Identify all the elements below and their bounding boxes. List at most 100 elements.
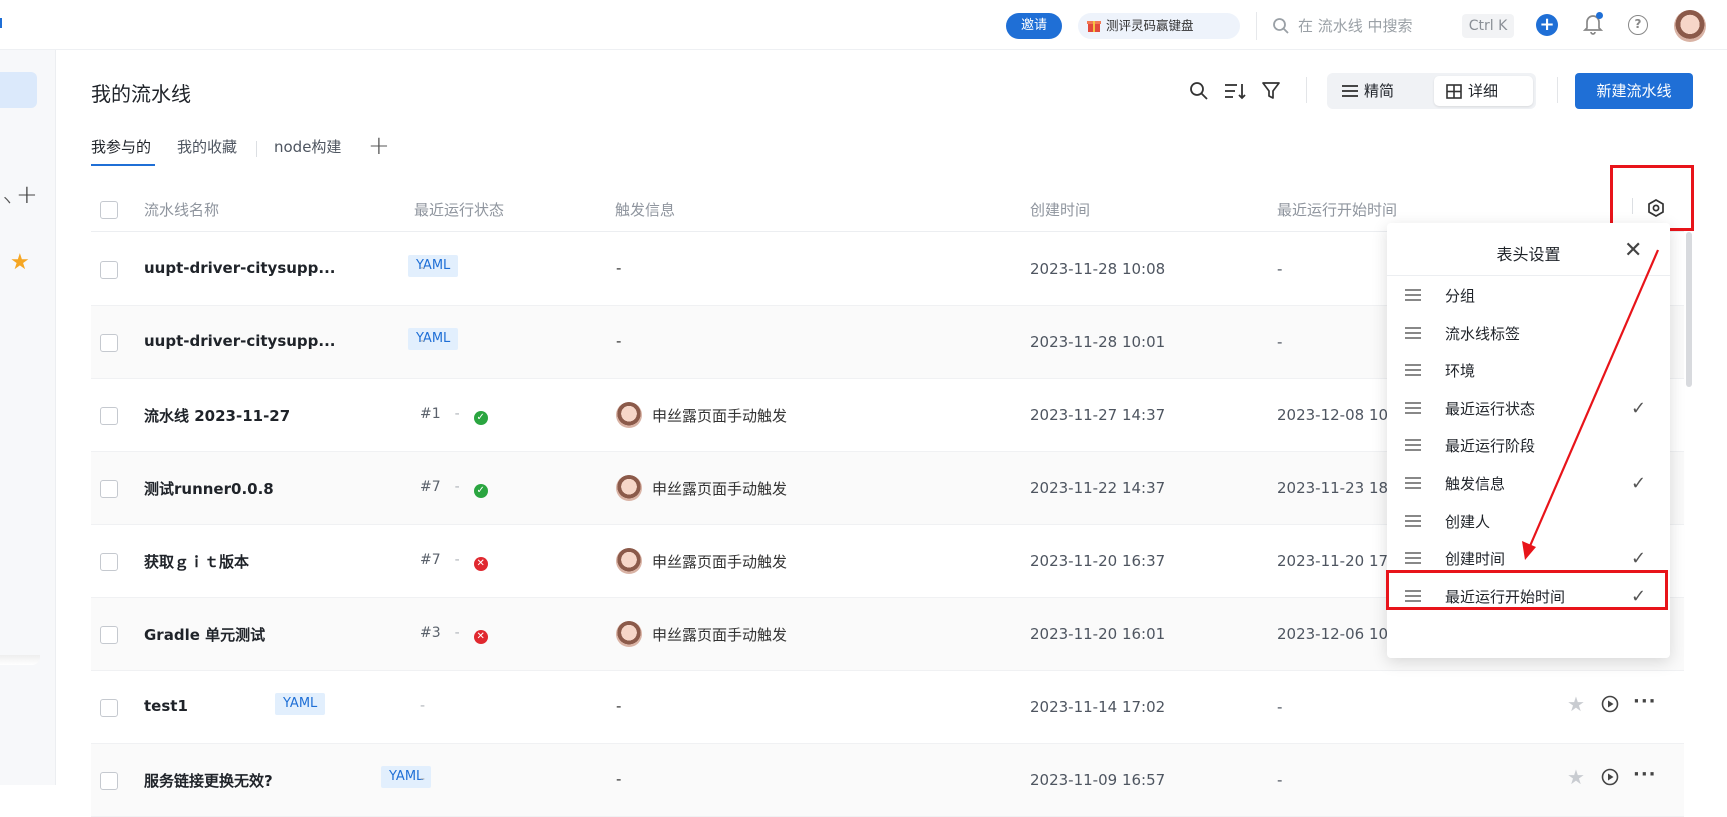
more-icon[interactable]: ··· bbox=[1633, 764, 1657, 785]
drag-handle-icon[interactable] bbox=[1405, 477, 1421, 489]
row-checkbox[interactable] bbox=[100, 261, 118, 279]
invite-button[interactable]: 邀请 bbox=[1006, 13, 1062, 39]
chevron-left-icon[interactable]: ヽ bbox=[0, 190, 14, 210]
column-header-created[interactable]: 创建时间 bbox=[1030, 199, 1090, 220]
create-plus-icon[interactable]: + bbox=[1536, 14, 1558, 36]
column-setting-item[interactable]: 最近运行阶段 bbox=[1387, 427, 1670, 467]
view-detail-option[interactable]: 详细 bbox=[1434, 76, 1533, 106]
more-icon[interactable]: ··· bbox=[1633, 691, 1657, 712]
star-icon[interactable]: ★ bbox=[1567, 692, 1585, 716]
checkmark-icon[interactable]: ✓ bbox=[1631, 548, 1646, 569]
drag-handle-icon[interactable] bbox=[1405, 514, 1421, 527]
drag-handle-icon[interactable] bbox=[1405, 364, 1421, 377]
column-setting-item[interactable]: 最近运行状态 ✓ bbox=[1387, 390, 1670, 430]
last-run-start-time: - bbox=[1277, 698, 1283, 716]
drag-handle-icon[interactable] bbox=[1405, 401, 1421, 414]
view-compact-option[interactable]: 精简 bbox=[1330, 76, 1434, 106]
row-checkbox[interactable] bbox=[100, 334, 118, 352]
scrollbar[interactable] bbox=[1686, 232, 1692, 387]
created-time: 2023-11-20 16:37 bbox=[1030, 552, 1166, 570]
column-setting-item[interactable]: 创建人 bbox=[1387, 503, 1670, 543]
trigger-info: 申丝露页面手动触发 bbox=[616, 621, 787, 647]
user-avatar[interactable] bbox=[1674, 10, 1706, 42]
last-run-start-time: 2023-12-06 10:2 bbox=[1277, 625, 1403, 643]
tab-node-build[interactable]: node构建 bbox=[274, 136, 341, 157]
help-icon[interactable]: ? bbox=[1628, 15, 1648, 35]
run-number[interactable]: #7 bbox=[420, 479, 441, 495]
table-row[interactable]: 服务链接更换无效? YAML - -2023-11-09 16:57- ★ ··· bbox=[91, 744, 1684, 817]
promo-button[interactable]: 测评灵码赢键盘 bbox=[1078, 13, 1240, 39]
run-status[interactable]: #1- ✓ bbox=[420, 406, 488, 425]
pipeline-name[interactable]: Gradle 单元测试 bbox=[144, 624, 265, 645]
sort-icon[interactable] bbox=[1224, 81, 1246, 101]
row-checkbox[interactable] bbox=[100, 772, 118, 790]
column-setting-label: 流水线标签 bbox=[1445, 324, 1521, 343]
run-number[interactable]: #7 bbox=[420, 552, 441, 568]
trigger-user-avatar bbox=[616, 548, 642, 574]
drag-handle-icon[interactable] bbox=[1405, 326, 1421, 339]
star-icon[interactable]: ★ bbox=[10, 250, 30, 275]
row-checkbox[interactable] bbox=[100, 480, 118, 498]
close-icon[interactable]: ✕ bbox=[1624, 238, 1642, 263]
search-placeholder: 在 流水线 中搜索 bbox=[1298, 17, 1413, 35]
row-checkbox[interactable] bbox=[100, 626, 118, 644]
row-checkbox[interactable] bbox=[100, 553, 118, 571]
drag-handle-icon[interactable] bbox=[1405, 552, 1421, 565]
notification-button[interactable] bbox=[1582, 12, 1604, 39]
created-time: 2023-11-28 10:01 bbox=[1030, 333, 1166, 351]
column-header-trigger[interactable]: 触发信息 bbox=[615, 199, 675, 220]
drag-handle-icon[interactable] bbox=[1405, 289, 1421, 301]
column-header-name[interactable]: 流水线名称 bbox=[144, 199, 219, 220]
run-icon[interactable] bbox=[1601, 768, 1619, 786]
highlight-box bbox=[1610, 165, 1694, 231]
column-setting-label: 创建时间 bbox=[1445, 550, 1506, 569]
tab-favorites[interactable]: 我的收藏 bbox=[177, 136, 237, 157]
pipeline-name[interactable]: 流水线 2023-11-27 bbox=[144, 405, 290, 426]
column-header-started[interactable]: 最近运行开始时间 bbox=[1277, 199, 1397, 220]
star-icon[interactable]: ★ bbox=[1567, 765, 1585, 789]
pipeline-name[interactable]: 服务链接更换无效? bbox=[144, 770, 273, 791]
last-run-start-time: 2023-11-20 17:1 bbox=[1277, 552, 1403, 570]
yaml-badge: YAML bbox=[408, 255, 459, 277]
run-number[interactable]: #1 bbox=[420, 406, 441, 422]
column-setting-item[interactable]: 环境 bbox=[1387, 352, 1670, 392]
trigger-user: 申丝露 bbox=[652, 553, 698, 571]
column-setting-item[interactable]: 分组 bbox=[1387, 277, 1670, 317]
add-icon[interactable]: + bbox=[16, 180, 38, 210]
pipeline-name[interactable]: test1 bbox=[144, 697, 188, 715]
global-search-input[interactable]: 在 流水线 中搜索 bbox=[1270, 14, 1450, 38]
tab-participated[interactable]: 我参与的 bbox=[91, 136, 151, 157]
view-toggle: 精简 详细 bbox=[1327, 73, 1536, 109]
drag-handle-icon[interactable] bbox=[1405, 439, 1421, 452]
run-status[interactable]: #7- ✕ bbox=[420, 552, 488, 571]
column-setting-item[interactable]: 流水线标签 bbox=[1387, 315, 1670, 355]
failed-icon: ✕ bbox=[473, 557, 488, 571]
column-setting-label: 创建人 bbox=[1445, 512, 1491, 531]
run-number[interactable]: #3 bbox=[420, 625, 441, 641]
logo-fragment bbox=[0, 18, 4, 28]
pipeline-name[interactable]: uupt-driver-citysupp... bbox=[144, 259, 336, 277]
pipeline-name[interactable]: uupt-driver-citysupp... bbox=[144, 332, 336, 350]
filter-icon[interactable] bbox=[1262, 81, 1280, 101]
pipeline-name[interactable]: 测试runner0.0.8 bbox=[144, 478, 274, 499]
pipeline-name[interactable]: 获取ｇｉｔ版本 bbox=[144, 551, 249, 572]
trigger-user: 申丝露 bbox=[652, 480, 698, 498]
row-checkbox[interactable] bbox=[100, 699, 118, 717]
run-status[interactable]: #3- ✕ bbox=[420, 625, 488, 644]
table-row[interactable]: test1 YAML - - 2023-11-14 17:02 - ★ ··· bbox=[91, 671, 1684, 744]
grid-icon bbox=[1446, 84, 1462, 99]
sidebar-active-item[interactable] bbox=[0, 72, 37, 108]
checkmark-icon[interactable]: ✓ bbox=[1631, 473, 1646, 494]
new-pipeline-button[interactable]: 新建流水线 bbox=[1575, 73, 1693, 109]
column-setting-item[interactable]: 触发信息 ✓ bbox=[1387, 465, 1670, 505]
run-status[interactable]: #7- ✓ bbox=[420, 479, 488, 498]
column-header-status[interactable]: 最近运行状态 bbox=[414, 199, 504, 220]
row-checkbox[interactable] bbox=[100, 407, 118, 425]
run-icon[interactable] bbox=[1601, 695, 1619, 713]
last-run-start-time: - bbox=[1277, 771, 1283, 789]
divider bbox=[256, 141, 257, 157]
checkmark-icon[interactable]: ✓ bbox=[1631, 398, 1646, 419]
select-all-checkbox[interactable] bbox=[100, 201, 118, 219]
search-icon[interactable] bbox=[1189, 81, 1209, 101]
add-tab-icon[interactable]: + bbox=[368, 131, 390, 161]
